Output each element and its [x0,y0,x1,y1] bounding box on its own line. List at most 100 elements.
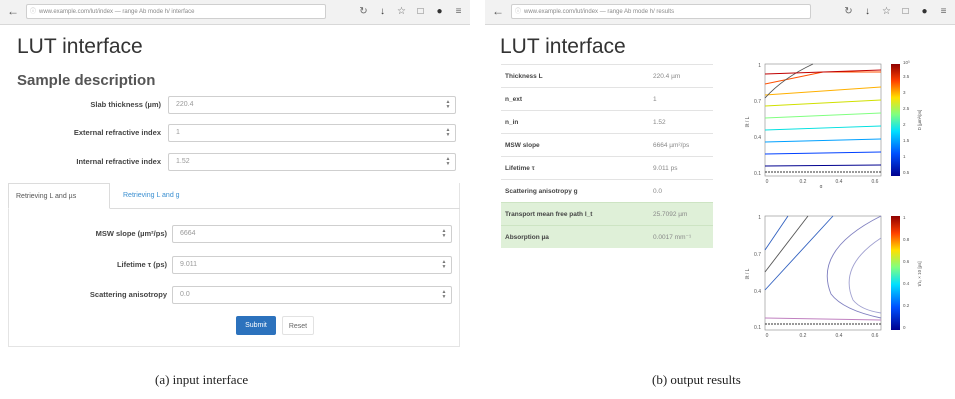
submit-button[interactable]: Submit [236,316,276,335]
result-value: 0.0 [649,179,713,203]
form-row-internal-index: Internal refractive index 1.52 ▲ ▼ [0,153,470,175]
result-label: Absorption µa [501,225,649,248]
colorbar-tick: 2 [903,122,906,127]
y-tick-label: 0.7 [754,252,761,258]
x-tick-label: 0.2 [800,179,807,185]
address-text: www.example.com/lut/index — range Ab mod… [39,9,195,15]
caption-output-results: (b) output results [652,372,741,387]
address-bar[interactable]: ⓘ www.example.com/lut/index — range Ab m… [26,4,326,19]
table-row: MSW slope 6664 µm²/ps [501,133,713,157]
result-label: Scattering anisotropy g [501,179,649,203]
input-value: 1.52 [176,158,190,165]
input-value: 1 [176,129,180,136]
page-title: LUT interface [17,35,143,58]
diffusion-contour-plot: 1 0.7 0.4 0.1 0 0.2 0.4 0.6 g l/t / L 10… [743,58,948,188]
address-text: www.example.com/lut/index — range Ab mod… [524,9,675,15]
info-icon: ⓘ [515,9,522,15]
caption-input-interface: (a) input interface [155,372,249,387]
colorbar-tick: 1 [903,215,906,220]
reload-icon[interactable]: ↻ [358,4,369,19]
spinner-icon[interactable]: ▲ ▼ [445,128,451,138]
form-row-lifetime: Lifetime τ (ps) 9.011 ▲ ▼ [0,256,470,278]
browser-toolbar: ← ⓘ www.example.com/lut/index — range Ab… [0,0,470,25]
results-table: Thickness L 220.4 µm n_ext 1 n_in 1.52 MSW … [501,64,713,248]
page-title: LUT interface [500,35,626,58]
colorbar-tick: 3 [903,90,906,95]
internal-index-input[interactable]: 1.52 ▲ ▼ [168,153,456,171]
y-axis-label: l/t / L [745,116,751,127]
account-icon[interactable]: ● [434,4,445,19]
spinner-icon[interactable]: ▲ ▼ [441,229,447,239]
result-label: Lifetime τ [501,156,649,180]
field-label: Scattering anisotropy [89,290,167,299]
result-label: Thickness L [501,64,649,88]
y-tick-label: 0.1 [754,325,761,331]
account-icon[interactable]: ● [919,4,930,19]
y-tick-label: 0.7 [754,99,761,105]
colorbar-tick: 10³ [903,60,910,65]
address-bar[interactable]: ⓘ www.example.com/lut/index — range Ab m… [511,4,811,19]
spinner-icon[interactable]: ▲ ▼ [445,157,451,167]
colorbar-label: τ/τ₀ × 10 [ps] [917,261,922,286]
result-value: 220.4 µm [649,64,713,88]
menu-icon[interactable]: ≡ [453,4,464,19]
y-tick-label: 0.4 [754,135,761,141]
result-value: 6664 µm²/ps [649,133,713,157]
info-icon: ⓘ [30,9,37,15]
colorbar-tick: 1 [903,154,906,159]
toolbar-icons: ↻ ↓ ☆ □ ● ≡ [843,4,949,19]
thickness-input[interactable]: 220.4 ▲ ▼ [168,96,456,114]
lifetime-input[interactable]: 9.011 ▲ ▼ [172,256,452,274]
table-row: n_ext 1 [501,87,713,111]
colorbar-tick: 0.4 [903,281,910,286]
x-tick-label: 0 [766,333,769,339]
browser-toolbar: ← ⓘ www.example.com/lut/index — range Ab… [485,0,955,25]
msw-slope-input[interactable]: 6664 ▲ ▼ [172,225,452,243]
input-value: 220.4 [176,101,194,108]
spinner-icon[interactable]: ▲ ▼ [441,290,447,300]
y-tick-label: 0.1 [754,171,761,177]
tab-retrieving-l-g[interactable]: Retrieving L and g [116,183,187,209]
back-arrow-icon[interactable]: ← [6,4,20,18]
external-index-input[interactable]: 1 ▲ ▼ [168,124,456,142]
form-row-msw-slope: MSW slope (µm²/ps) 6664 ▲ ▼ [0,225,470,247]
result-value: 9.011 ps [649,156,713,180]
spinner-icon[interactable]: ▲ ▼ [445,100,451,110]
table-row: Thickness L 220.4 µm [501,64,713,88]
colorbar-tick: 0.5 [903,170,910,175]
reload-icon[interactable]: ↻ [843,4,854,19]
library-icon[interactable]: □ [900,4,911,19]
bookmark-star-icon[interactable]: ☆ [396,4,407,19]
table-row-highlighted: Absorption µa 0.0017 mm⁻¹ [501,225,713,248]
result-value: 1.52 [649,110,713,134]
tab-strip: Retrieving L and µs Retrieving L and g [8,183,460,209]
table-row: Lifetime τ 9.011 ps [501,156,713,180]
reset-button[interactable]: Reset [282,316,314,335]
spinner-icon[interactable]: ▲ ▼ [441,260,447,270]
input-value: 6664 [180,230,196,237]
colorbar-tick: 1.5 [903,138,910,143]
lifetime-contour-plot: 1 0.7 0.4 0.1 0 0.2 0.4 0.6 l/t / L 1 0.… [743,210,948,342]
field-label: Lifetime τ (ps) [116,260,167,269]
colorbar [891,216,900,330]
colorbar-tick: 0.2 [903,303,910,308]
y-tick-label: 1 [758,215,761,221]
tab-retrieving-l-mus[interactable]: Retrieving L and µs [8,183,110,209]
library-icon[interactable]: □ [415,4,426,19]
lifetime-contour-svg: 1 0.7 0.4 0.1 0 0.2 0.4 0.6 l/t / L 1 0.… [745,215,922,339]
field-label: Slab thickness (µm) [90,100,161,109]
input-value: 9.011 [180,261,197,268]
back-arrow-icon[interactable]: ← [491,4,505,18]
menu-icon[interactable]: ≡ [938,4,949,19]
x-tick-label: 0.2 [800,333,807,339]
bookmark-star-icon[interactable]: ☆ [881,4,892,19]
x-tick-label: 0.6 [872,333,879,339]
result-value: 0.0017 mm⁻¹ [649,225,713,248]
download-icon[interactable]: ↓ [862,4,873,19]
download-icon[interactable]: ↓ [377,4,388,19]
section-title: Sample description [17,72,156,89]
colorbar-tick: 0.8 [903,237,910,242]
anisotropy-input[interactable]: 0.0 ▲ ▼ [172,286,452,304]
x-tick-label: 0.4 [836,333,843,339]
result-label: n_in [501,110,649,134]
